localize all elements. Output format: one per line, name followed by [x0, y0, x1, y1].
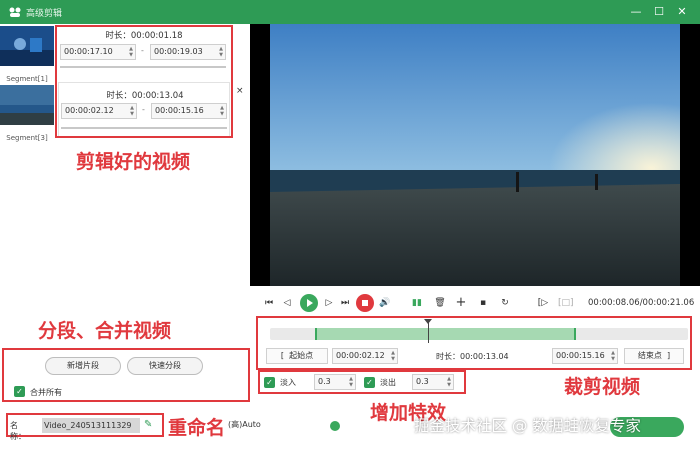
step-back-icon[interactable]: ◁ [280, 296, 294, 310]
annotation-box-clipped-videos [55, 25, 233, 138]
stop-icon [362, 300, 368, 306]
mark-out-icon[interactable]: [□] [558, 296, 574, 310]
title-bar: 高级剪辑 — ☐ ✕ [0, 0, 700, 24]
segment-thumbnail[interactable]: Segment[1] [0, 26, 54, 83]
mark-in-icon[interactable]: [▷ [536, 296, 550, 310]
step-forward-icon[interactable]: ▷ [322, 296, 336, 310]
stop-button[interactable] [356, 294, 374, 312]
playback-time: 00:00:08.06/00:00:21.06 [588, 298, 695, 308]
annotation-box-trim [256, 316, 692, 370]
video-preview[interactable] [250, 24, 700, 286]
annotation-rename: 重命名 [168, 417, 226, 439]
minimize-button[interactable]: — [628, 4, 644, 20]
output-format-select[interactable]: (高)Auto [228, 419, 261, 430]
segment-thumbnail-image [0, 26, 54, 66]
add-icon[interactable]: + [454, 296, 468, 310]
segment-thumbnail[interactable]: Segment[3] [0, 85, 54, 142]
video-frame [270, 24, 680, 286]
maximize-button[interactable]: ☐ [651, 4, 667, 20]
segment-thumbnail-image [0, 85, 54, 125]
window-title: 高级剪辑 [26, 9, 63, 19]
annotation-trim-video: 裁剪视频 [564, 376, 641, 398]
merge-all-checkbox[interactable]: ✓ [14, 386, 25, 397]
volume-icon[interactable]: 🔊 [378, 296, 392, 310]
play-button[interactable] [300, 294, 318, 312]
annotation-clipped-videos: 剪辑好的视频 [76, 151, 191, 173]
segment-label: Segment[3] [6, 134, 48, 142]
close-icon[interactable]: × [236, 86, 244, 96]
merge-all-label: 合并所有 [30, 388, 62, 397]
play-icon [307, 299, 313, 307]
watermark-text: 掘金技术社区 @ 数据蛙恢复专家 [414, 417, 641, 435]
skip-end-icon[interactable]: ⏭ [338, 296, 352, 310]
new-segment-button[interactable]: 新增片段 [45, 357, 121, 375]
annotation-box-effects [258, 370, 466, 394]
app-logo-icon [9, 7, 21, 17]
edit-icon[interactable]: ✎ [144, 419, 152, 430]
copy-icon[interactable]: ▪ [476, 296, 490, 310]
delete-icon[interactable]: 🗑 [433, 296, 447, 310]
playback-controls: ⏮ ◁ ▷ ⏭ 🔊 ▮▮ 🗑 + ▪ ↻ [▷ [□] 00:00:08.06/… [258, 294, 698, 314]
name-label: 名称： [10, 421, 26, 441]
split-marker-icon[interactable]: ▮▮ [410, 296, 424, 310]
settings-gear-icon[interactable] [330, 421, 340, 431]
reset-icon[interactable]: ↻ [498, 296, 512, 310]
close-button[interactable]: ✕ [674, 4, 690, 20]
segment-label: Segment[1] [6, 75, 48, 83]
output-name-input[interactable]: Video_240513111329 [42, 418, 140, 433]
skip-start-icon[interactable]: ⏮ [262, 296, 276, 310]
quick-split-button[interactable]: 快速分段 [127, 357, 203, 375]
annotation-split-merge: 分段、合并视频 [38, 320, 172, 342]
